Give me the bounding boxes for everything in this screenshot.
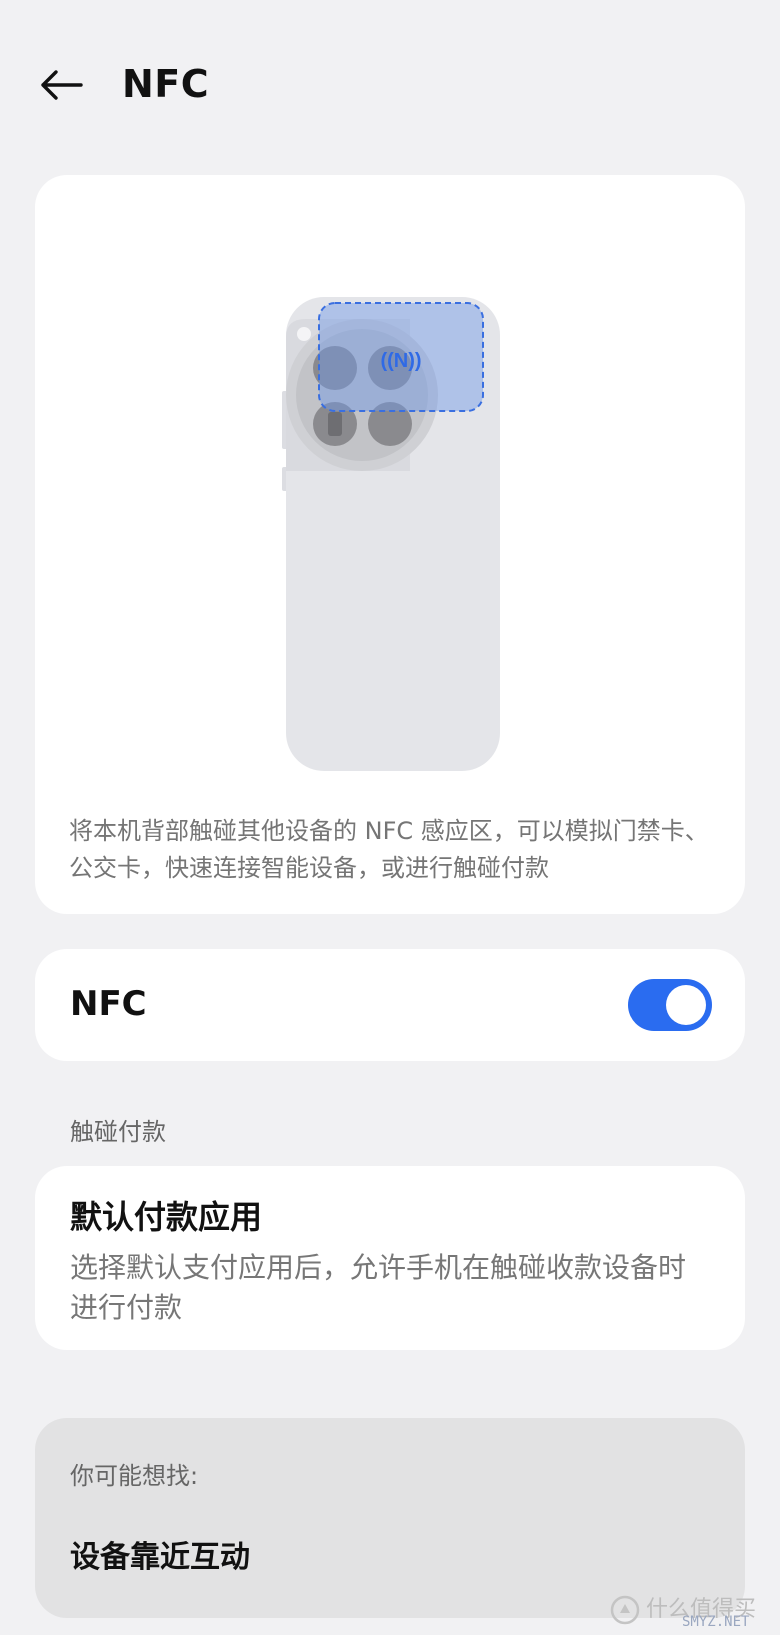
- suggestions-title: 你可能想找:: [70, 1462, 199, 1490]
- phone-nfc-illustration: ((N)): [282, 297, 500, 771]
- nfc-toggle-row[interactable]: NFC: [35, 949, 745, 1061]
- suggestions-card: 你可能想找: 设备靠近互动: [35, 1418, 745, 1618]
- suggestion-item-device-proximity[interactable]: 设备靠近互动: [70, 1536, 250, 1580]
- nfc-illustration-card: ((N)) 将本机背部触碰其他设备的 NFC 感应区，可以模拟门禁卡、公交卡，快…: [35, 175, 745, 914]
- nfc-toggle-switch[interactable]: [628, 979, 712, 1031]
- arrow-left-icon: [41, 70, 83, 100]
- default-payment-app-description: 选择默认支付应用后，允许手机在触碰收款设备时进行付款: [70, 1251, 687, 1324]
- nfc-label: NFC: [70, 984, 147, 1024]
- toggle-knob: [666, 985, 706, 1025]
- watermark-sub: SMYZ.NET: [682, 1614, 750, 1630]
- watermark: 什么值得买 SMYZ.NET: [610, 1590, 775, 1630]
- header: NFC: [0, 0, 780, 170]
- default-payment-app-title: 默认付款应用: [70, 1198, 263, 1236]
- section-title-touch-payment: 触碰付款: [70, 1118, 166, 1146]
- back-button[interactable]: [36, 60, 86, 110]
- default-payment-app-row[interactable]: 默认付款应用 选择默认支付应用后，允许手机在触碰收款设备时进行付款: [35, 1166, 745, 1350]
- watermark-logo-icon: [610, 1595, 640, 1625]
- nfc-mark-label: ((N)): [380, 350, 421, 372]
- nfc-description: 将本机背部触碰其他设备的 NFC 感应区，可以模拟门禁卡、公交卡，快速连接智能设…: [69, 817, 709, 882]
- page-title: NFC: [122, 62, 210, 106]
